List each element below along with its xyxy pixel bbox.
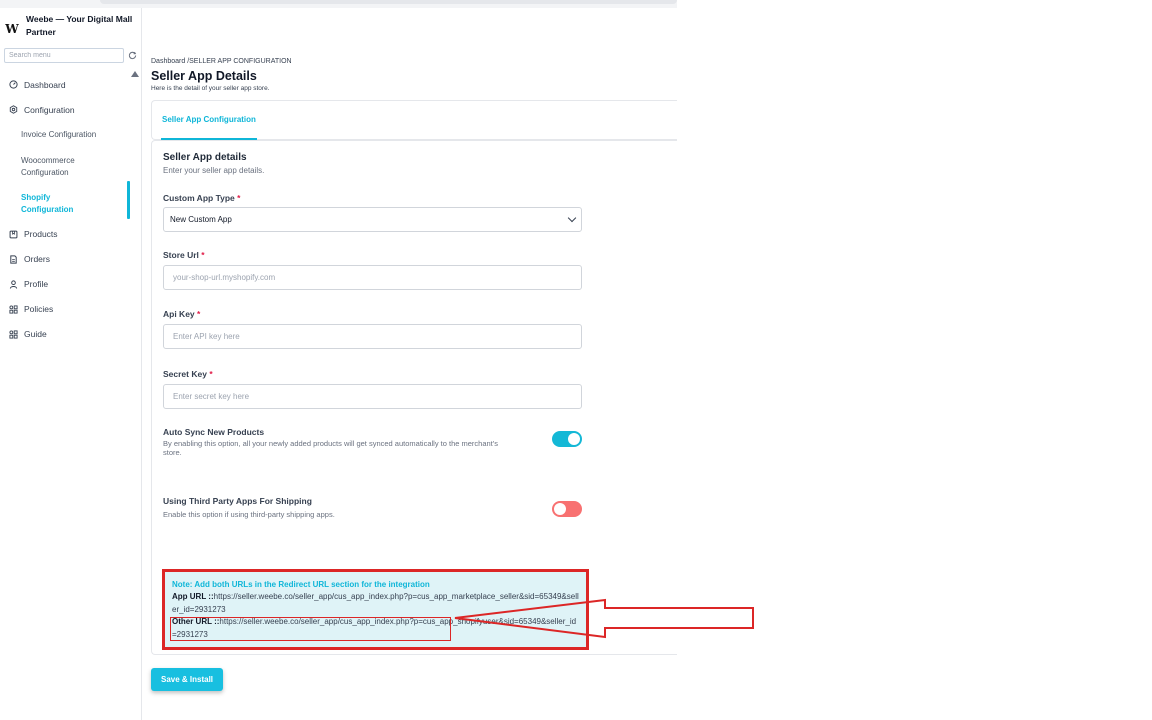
search-menu-input[interactable] — [4, 48, 124, 63]
app-url-label: App URL :: — [172, 592, 214, 601]
app-url-value: https://seller.weebe.co/seller_app/cus_a… — [172, 592, 579, 614]
guide-icon — [9, 329, 18, 339]
toggle-knob — [568, 433, 580, 445]
third-party-shipping-description: Enable this option if using third-party … — [163, 510, 335, 519]
main-content: Dashboard /SELLER APP CONFIGURATION Sell… — [142, 8, 677, 720]
sidebar-item-label: Configuration — [24, 104, 75, 115]
scroll-up-icon[interactable] — [131, 71, 139, 77]
label-text: Custom App Type — [163, 193, 235, 203]
app-url-line: App URL ::https://seller.weebe.co/seller… — [172, 591, 579, 616]
sidebar-subitem-woocommerce[interactable]: Woocommerce Configuration — [0, 155, 100, 180]
brand[interactable]: W Weebe — Your Digital Mall Partner — [4, 13, 138, 39]
orders-icon — [9, 254, 18, 264]
secret-key-input[interactable]: Enter secret key here — [163, 384, 582, 409]
select-value: New Custom App — [170, 215, 232, 224]
top-pill — [100, 0, 677, 4]
auto-sync-description: By enabling this option, all your newly … — [163, 439, 498, 457]
sidebar-item-products[interactable]: Products — [0, 222, 130, 247]
active-indicator — [127, 181, 130, 219]
sidebar-item-orders[interactable]: Orders — [0, 247, 130, 272]
products-icon — [9, 230, 18, 239]
secret-key-label: Secret Key * — [163, 369, 213, 379]
required-mark: * — [237, 193, 241, 203]
sidebar-subitem-invoice[interactable]: Invoice Configuration — [0, 129, 130, 142]
required-mark: * — [197, 309, 201, 319]
third-party-shipping-title: Using Third Party Apps For Shipping — [163, 496, 312, 506]
label-text: Secret Key — [163, 369, 207, 379]
tab-seller-app-configuration[interactable]: Seller App Configuration — [161, 101, 257, 140]
sidebar-item-configuration[interactable]: Configuration — [0, 97, 130, 122]
tab-bar: Seller App Configuration — [151, 100, 677, 140]
refresh-icon[interactable] — [128, 51, 137, 60]
label-text: Api Key — [163, 309, 195, 319]
section-subtitle: Enter your seller app details. — [163, 166, 265, 175]
profile-icon — [9, 279, 18, 289]
sidebar-item-label: Guide — [24, 329, 47, 339]
settings-icon — [9, 105, 18, 114]
sidebar-item-dashboard[interactable]: Dashboard — [0, 72, 130, 97]
note-heading: Note: Add both URLs in the Redirect URL … — [172, 580, 430, 589]
sidebar-item-label: Dashboard — [24, 79, 66, 90]
required-mark: * — [209, 369, 213, 379]
custom-app-type-select[interactable]: New Custom App — [163, 207, 582, 232]
third-party-shipping-toggle[interactable] — [552, 501, 582, 517]
api-key-input[interactable]: Enter API key here — [163, 324, 582, 349]
required-mark: * — [201, 250, 205, 260]
seller-app-form: Seller App details Enter your seller app… — [151, 140, 677, 655]
custom-app-type-label: Custom App Type * — [163, 193, 240, 203]
chevron-down-icon — [567, 213, 577, 223]
toggle-knob — [554, 503, 566, 515]
sidebar-subitem-shopify[interactable]: Shopify Configuration — [0, 192, 90, 217]
save-install-button[interactable]: Save & Install — [151, 668, 223, 691]
sidebar-nav: Dashboard Configuration Invoice Configur… — [0, 72, 130, 347]
sidebar-item-label: Products — [24, 229, 58, 239]
api-key-label: Api Key * — [163, 309, 200, 319]
dashboard-icon — [9, 80, 18, 89]
store-url-input[interactable]: your-shop-url.myshopify.com — [163, 265, 582, 290]
sidebar-item-label: Profile — [24, 279, 49, 289]
auto-sync-toggle[interactable] — [552, 431, 582, 447]
other-url-annotation-box — [170, 617, 451, 641]
label-text: Store Url — [163, 250, 199, 260]
auto-sync-title: Auto Sync New Products — [163, 427, 265, 437]
sidebar: W Weebe — Your Digital Mall Partner Dash… — [0, 8, 142, 720]
sidebar-item-profile[interactable]: Profile — [0, 272, 130, 297]
brand-logo: W — [5, 22, 19, 36]
sidebar-item-policies[interactable]: Policies — [0, 297, 130, 322]
sidebar-item-label: Orders — [24, 254, 50, 264]
page-subtitle: Here is the detail of your seller app st… — [151, 85, 270, 92]
sidebar-item-guide[interactable]: Guide — [0, 322, 130, 347]
menu-search — [4, 48, 140, 63]
breadcrumb: Dashboard /SELLER APP CONFIGURATION — [151, 58, 292, 65]
page-title: Seller App Details — [151, 69, 257, 83]
policies-icon — [9, 304, 18, 314]
section-title: Seller App details — [163, 152, 247, 163]
store-url-label: Store Url * — [163, 250, 205, 260]
brand-name: Weebe — Your Digital Mall Partner — [26, 14, 133, 37]
sidebar-item-label: Policies — [24, 304, 54, 314]
top-strip — [0, 0, 677, 8]
